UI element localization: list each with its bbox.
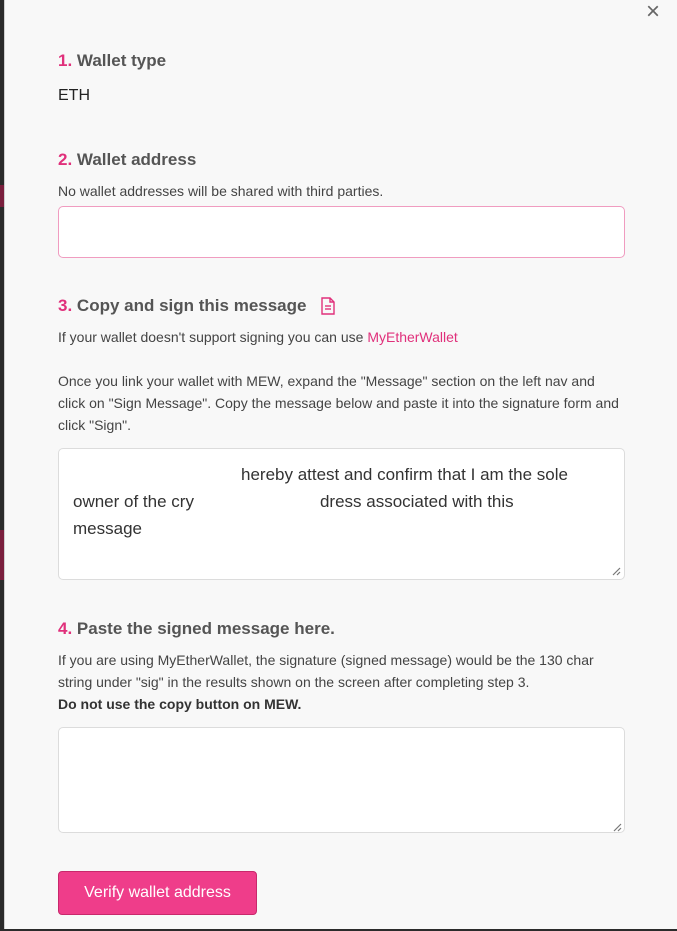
close-icon[interactable]: × <box>643 0 663 24</box>
message-line-3: message <box>73 519 142 538</box>
step-sign-message: 3. Copy and sign this message If your wa… <box>58 296 625 580</box>
message-line-2: owner of the cry dress associated with th… <box>73 488 610 515</box>
wallet-address-input[interactable] <box>58 206 625 258</box>
message-line-2-end: dress associated with this <box>319 492 514 511</box>
wallet-address-note: No wallet addresses will be shared with … <box>58 183 384 199</box>
step-number: 2. <box>58 150 73 169</box>
step-heading: 2. Wallet address <box>58 150 625 170</box>
message-line-2-start: owner of the cry <box>73 492 194 511</box>
step-number: 1. <box>58 51 73 70</box>
step-number: 3. <box>58 296 73 315</box>
message-text: hereby attest and confirm that I am the … <box>59 449 624 542</box>
step-heading: 3. Copy and sign this message <box>58 296 625 316</box>
wallet-verification-modal: × 1. Wallet type ETH 2. Wallet address N… <box>4 0 677 929</box>
step-heading: 4. Paste the signed message here. <box>58 619 625 639</box>
resize-handle-icon[interactable] <box>612 822 622 832</box>
step-heading: 1. Wallet type <box>58 51 625 71</box>
signing-hint: If your wallet doesn't support signing y… <box>58 326 625 348</box>
verify-wallet-address-button[interactable]: Verify wallet address <box>58 871 257 915</box>
step-wallet-type: 1. Wallet type ETH <box>58 51 625 105</box>
step-paste-signature: 4. Paste the signed message here. If you… <box>58 619 625 833</box>
step-wallet-address: 2. Wallet address No wallet addresses wi… <box>58 150 625 258</box>
step-title: Wallet type <box>76 51 167 70</box>
myetherwallet-link[interactable]: MyEtherWallet <box>367 329 458 345</box>
document-icon[interactable] <box>320 297 336 315</box>
step-title: Wallet address <box>76 150 197 169</box>
step-title: Copy and sign this message <box>76 296 307 315</box>
resize-handle-icon[interactable] <box>611 566 621 576</box>
step-title: Paste the signed message here. <box>76 619 335 638</box>
signing-instructions: Once you link your wallet with MEW, expa… <box>58 373 619 433</box>
wallet-type-value: ETH <box>58 87 90 104</box>
signing-hint-text: If your wallet doesn't support signing y… <box>58 329 368 345</box>
message-to-sign-textarea[interactable]: hereby attest and confirm that I am the … <box>58 448 625 580</box>
signature-hint: If you are using MyEtherWallet, the sign… <box>58 652 594 690</box>
signature-warning: Do not use the copy button on MEW. <box>58 693 625 715</box>
signature-warning-text: Do not use the copy button on MEW. <box>58 696 302 712</box>
message-line-1: hereby attest and confirm that I am the … <box>241 465 568 484</box>
signed-message-textarea[interactable] <box>58 727 625 833</box>
step-number: 4. <box>58 619 73 638</box>
